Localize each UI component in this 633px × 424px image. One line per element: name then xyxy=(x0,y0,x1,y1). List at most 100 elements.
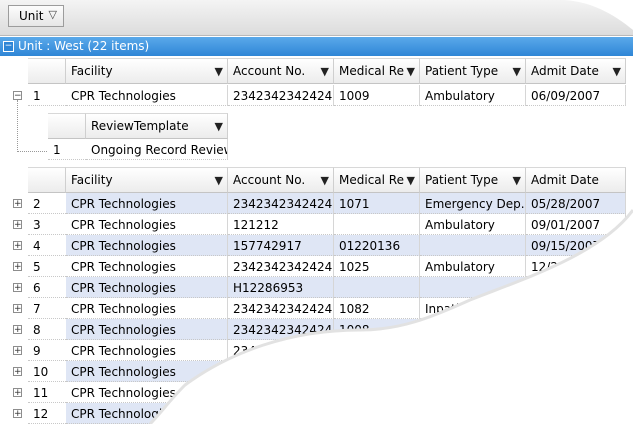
cell-account[interactable]: H12286953 xyxy=(228,277,334,298)
group-row-header[interactable]: − Unit : West (22 items) xyxy=(0,37,633,56)
child-column-header-reviewtemplate[interactable]: ReviewTemplate ▼ xyxy=(86,113,228,139)
filter-icon[interactable]: ▼ xyxy=(215,65,223,78)
funnel-icon[interactable]: ▽ xyxy=(49,8,57,21)
expand-row-icon[interactable]: + xyxy=(13,367,22,377)
cell-facility[interactable]: CPR Technologies xyxy=(66,361,228,382)
cell-account[interactable] xyxy=(228,382,334,403)
cell-facility[interactable]: CPR Technologies xyxy=(66,235,228,256)
cell-account[interactable]: 2342342342 xyxy=(228,340,334,361)
cell-admit-date[interactable] xyxy=(526,361,626,382)
cell-patient-type[interactable] xyxy=(420,382,526,403)
cell-patient-type[interactable] xyxy=(420,403,526,424)
group-by-chip-unit[interactable]: Unit ▽ xyxy=(8,5,64,27)
cell-patient-type[interactable]: Inpatient xyxy=(420,319,526,340)
cell-facility[interactable]: CPR Technologies xyxy=(66,193,228,214)
cell-admit-date[interactable]: 09/19/2007 xyxy=(526,298,626,319)
cell-medical-record[interactable]: 1009 xyxy=(334,85,420,106)
cell-medical-record[interactable] xyxy=(334,361,420,382)
filter-icon[interactable]: ▼ xyxy=(321,65,329,78)
cell-facility[interactable]: CPR Technologie xyxy=(66,403,228,424)
expand-row-icon[interactable]: + xyxy=(13,262,22,272)
cell-patient-type[interactable] xyxy=(420,235,526,256)
expand-row-icon[interactable]: + xyxy=(13,346,22,356)
expand-row-icon[interactable]: + xyxy=(13,388,22,398)
cell-account[interactable]: 2342342342424... xyxy=(228,298,334,319)
cell-medical-record[interactable] xyxy=(334,214,420,235)
expand-row-icon[interactable]: + xyxy=(13,409,22,419)
cell-facility[interactable]: CPR Technologies xyxy=(66,214,228,235)
cell-facility[interactable]: CPR Technologies xyxy=(66,85,228,106)
column-header-medical-record[interactable]: Medical Re ▼ xyxy=(334,58,420,84)
cell-admit-date[interactable]: 06/03/2007 xyxy=(526,340,626,361)
child-cell-reviewtemplate[interactable]: Ongoing Record Review xyxy=(86,139,228,160)
expand-row-icon[interactable]: + xyxy=(13,241,22,251)
column-header-admit-date[interactable]: Admit Date xyxy=(526,167,626,193)
cell-admit-date[interactable] xyxy=(526,382,626,403)
expand-row-icon[interactable]: + xyxy=(13,220,22,230)
filter-icon[interactable]: ▼ xyxy=(215,120,223,133)
cell-patient-type[interactable]: Emergency Dep... xyxy=(420,193,526,214)
cell-facility[interactable]: CPR Technologies xyxy=(66,382,228,403)
cell-facility[interactable]: CPR Technologies xyxy=(66,298,228,319)
cell-medical-record[interactable]: 1082 xyxy=(334,298,420,319)
cell-account[interactable]: 2342342342424... xyxy=(228,85,334,106)
filter-icon[interactable]: ▼ xyxy=(513,65,521,78)
cell-medical-record[interactable] xyxy=(334,340,420,361)
cell-facility[interactable]: CPR Technologies xyxy=(66,256,228,277)
row-number: 3 xyxy=(28,214,66,235)
collapse-icon[interactable]: − xyxy=(3,41,14,52)
cell-admit-date[interactable] xyxy=(526,277,626,298)
cell-medical-record[interactable]: 1071 xyxy=(334,193,420,214)
cell-admit-date[interactable]: 06/09/2007 xyxy=(526,85,626,106)
cell-medical-record[interactable]: 1008 xyxy=(334,319,420,340)
cell-account[interactable]: 121212 xyxy=(228,214,334,235)
expand-row-icon[interactable]: + xyxy=(13,199,22,209)
expand-row-icon[interactable]: + xyxy=(13,325,22,335)
expand-row-icon[interactable]: + xyxy=(13,304,22,314)
cell-facility[interactable]: CPR Technologies xyxy=(66,319,228,340)
cell-patient-type[interactable]: Ambulatory xyxy=(420,214,526,235)
cell-admit-date[interactable]: 05/28/2007 xyxy=(526,193,626,214)
cell-medical-record[interactable] xyxy=(334,277,420,298)
filter-icon[interactable]: ▼ xyxy=(321,174,329,187)
cell-account[interactable]: 23 xyxy=(228,361,334,382)
column-header-facility[interactable]: Facility ▼ xyxy=(66,58,228,84)
filter-icon[interactable]: ▼ xyxy=(613,65,621,78)
filter-icon[interactable]: ▼ xyxy=(407,174,415,187)
expand-row-icon[interactable]: + xyxy=(13,283,22,293)
cell-medical-record[interactable]: 01220136 xyxy=(334,235,420,256)
row-number: 12 xyxy=(28,403,66,424)
cell-admit-date[interactable]: 09/15/2007 xyxy=(526,235,626,256)
cell-admit-date[interactable]: 03/02/2007 xyxy=(526,319,626,340)
cell-account[interactable]: 2342342342424... xyxy=(228,319,334,340)
filter-icon[interactable]: ▼ xyxy=(407,65,415,78)
cell-patient-type[interactable] xyxy=(420,361,526,382)
cell-account[interactable]: 157742917 xyxy=(228,235,334,256)
column-header-account[interactable]: Account No. ▼ xyxy=(228,58,334,84)
cell-patient-type[interactable] xyxy=(420,340,526,361)
cell-admit-date[interactable]: 12/28/2006 xyxy=(526,256,626,277)
column-header-medical-record[interactable]: Medical Re ▼ xyxy=(334,167,420,193)
cell-admit-date[interactable] xyxy=(526,403,626,424)
column-header-patient-type[interactable]: Patient Type ▼ xyxy=(420,167,526,193)
column-header-patient-type[interactable]: Patient Type ▼ xyxy=(420,58,526,84)
cell-patient-type[interactable]: Inpatient xyxy=(420,298,526,319)
collapse-row-icon[interactable]: − xyxy=(13,91,22,101)
cell-admit-date[interactable]: 09/01/2007 xyxy=(526,214,626,235)
cell-patient-type[interactable]: Ambulatory xyxy=(420,256,526,277)
cell-medical-record[interactable] xyxy=(334,382,420,403)
column-header-account[interactable]: Account No. ▼ xyxy=(228,167,334,193)
cell-facility[interactable]: CPR Technologies xyxy=(66,277,228,298)
filter-icon[interactable]: ▼ xyxy=(215,174,223,187)
cell-account[interactable]: 2342342342424... xyxy=(228,256,334,277)
column-header-admit-date[interactable]: Admit Date ▼ xyxy=(526,58,626,84)
cell-patient-type[interactable] xyxy=(420,277,526,298)
filter-icon[interactable]: ▼ xyxy=(513,174,521,187)
cell-medical-record[interactable] xyxy=(334,403,420,424)
cell-patient-type[interactable]: Ambulatory xyxy=(420,85,526,106)
cell-account[interactable] xyxy=(228,403,334,424)
cell-facility[interactable]: CPR Technologies xyxy=(66,340,228,361)
cell-account[interactable]: 2342342342424... xyxy=(228,193,334,214)
cell-medical-record[interactable]: 1025 xyxy=(334,256,420,277)
column-header-facility[interactable]: Facility ▼ xyxy=(66,167,228,193)
